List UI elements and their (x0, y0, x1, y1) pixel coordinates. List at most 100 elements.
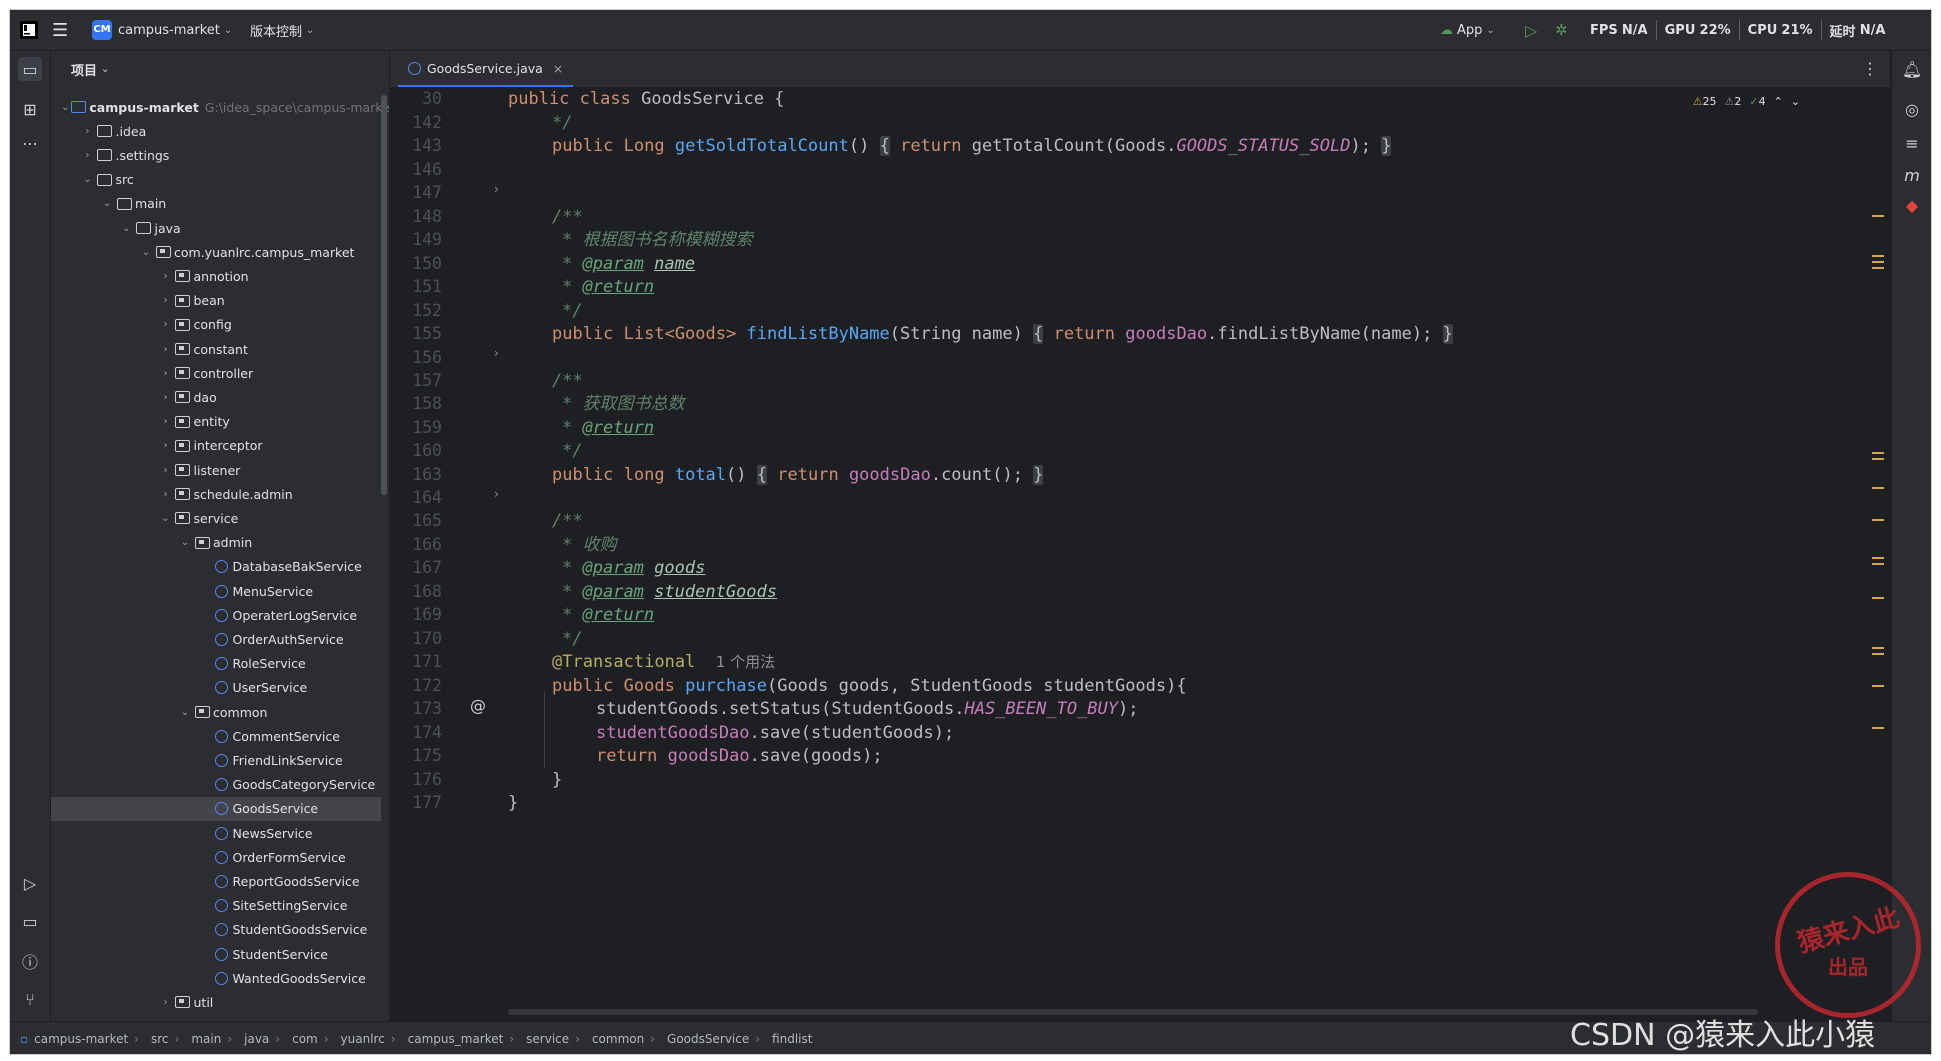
fold-icon[interactable]: › (494, 346, 499, 360)
warning-marker[interactable] (1872, 519, 1884, 521)
tree-item[interactable]: RoleService (51, 652, 381, 676)
tree-item[interactable]: › interceptor (51, 434, 381, 458)
vcs-menu[interactable]: 版本控制 ⌄ (250, 10, 314, 50)
project-scrollbar[interactable] (381, 95, 387, 495)
problems-icon[interactable]: ⓘ (18, 949, 42, 973)
tree-item[interactable]: › constant (51, 337, 381, 361)
fold-icon[interactable]: › (494, 487, 499, 501)
warning-marker[interactable] (1872, 215, 1884, 217)
breadcrumb-item[interactable]: yuanlrc (341, 1032, 385, 1046)
more-tools-icon[interactable]: ⋯ (18, 131, 42, 155)
chevron-down-icon[interactable]: ⌄ (178, 707, 192, 718)
tree-item[interactable]: GoodsService (51, 796, 381, 821)
chevron-up-icon[interactable]: ⌃ (1774, 95, 1783, 108)
chevron-right-icon[interactable]: › (159, 416, 173, 427)
chevron-down-icon[interactable]: ⌄ (139, 247, 153, 258)
breadcrumb-item[interactable]: com (292, 1032, 318, 1046)
debug-icon[interactable]: ✲ (1555, 10, 1568, 50)
breadcrumb-item[interactable]: common (592, 1032, 644, 1046)
warning-marker[interactable] (1872, 255, 1884, 257)
chevron-down-icon[interactable]: ⌄ (100, 198, 114, 209)
chevron-down-icon[interactable]: ⌄ (61, 102, 69, 113)
warning-marker[interactable] (1872, 458, 1884, 460)
warning-marker[interactable] (1872, 685, 1884, 687)
database-icon[interactable]: ≡ (1900, 131, 1924, 155)
warning-marker[interactable] (1872, 557, 1884, 559)
warning-marker[interactable] (1872, 653, 1884, 655)
project-folder-icon[interactable]: ▭ (18, 57, 42, 81)
chevron-right-icon[interactable]: › (159, 465, 173, 476)
run-config-selector[interactable]: ☁ App ⌄ (1440, 10, 1495, 50)
warning-marker[interactable] (1872, 487, 1884, 489)
chevron-right-icon[interactable]: › (159, 295, 173, 306)
tree-item[interactable]: OrderAuthService (51, 627, 381, 651)
chevron-down-icon[interactable]: ⌄ (120, 223, 134, 234)
chevron-right-icon[interactable]: › (159, 344, 173, 355)
tree-item[interactable]: ⌄ src (51, 168, 381, 192)
project-panel-header[interactable]: 项目 ⌄ (71, 51, 109, 87)
breadcrumb-item[interactable]: service (526, 1032, 569, 1046)
plugin-icon[interactable]: ◆ (1900, 193, 1924, 217)
tree-item[interactable]: › .settings (51, 143, 381, 167)
git-icon[interactable]: ⑂ (18, 987, 42, 1011)
maven-icon[interactable]: m (1900, 163, 1924, 187)
breadcrumb-item[interactable]: campus_market (408, 1032, 504, 1046)
tree-item[interactable]: NewsService (51, 821, 381, 845)
tree-item[interactable]: OperaterLogService (51, 603, 381, 627)
project-switcher[interactable]: CM campus-market ⌄ (92, 10, 232, 50)
tree-item[interactable]: ReportGoodsService (51, 869, 381, 893)
code-view[interactable]: public class GoodsService { */ public Lo… (508, 87, 1768, 1021)
chevron-down-icon[interactable]: ⌄ (178, 537, 192, 548)
warning-marker[interactable] (1872, 563, 1884, 565)
spring-bean-icon[interactable]: @ (470, 696, 486, 715)
tree-item[interactable]: › util (51, 990, 381, 1014)
structure-icon[interactable]: ⊞ (18, 97, 42, 121)
tree-item[interactable]: › schedule.admin (51, 482, 381, 506)
tree-item[interactable]: ⌄ campus-market G:\idea_space\campus-marke… (51, 95, 395, 119)
tree-item[interactable]: SiteSettingService (51, 894, 381, 918)
usages-hint[interactable]: 1 个用法 (716, 653, 775, 671)
chevron-right-icon[interactable]: › (81, 150, 95, 161)
tree-item[interactable]: WantedGoodsService (51, 966, 381, 990)
tree-item[interactable]: › controller (51, 361, 381, 385)
breadcrumb-item[interactable]: src (151, 1032, 169, 1046)
notifications-icon[interactable]: 🔔︎ (1900, 57, 1924, 81)
tree-item[interactable]: › annotion (51, 264, 381, 288)
tree-item[interactable]: MenuService (51, 579, 381, 603)
tree-item[interactable]: CommentService (51, 724, 381, 748)
warning-marker[interactable] (1872, 727, 1884, 729)
tree-item[interactable]: OrderFormService (51, 845, 381, 869)
fold-icon[interactable]: › (494, 182, 499, 196)
main-menu-icon[interactable]: ☰ (52, 10, 68, 50)
chevron-right-icon[interactable]: › (159, 489, 173, 500)
tree-item[interactable]: StudentService (51, 942, 381, 966)
tree-item[interactable]: StudentGoodsService (51, 918, 381, 942)
chevron-right-icon[interactable]: › (81, 126, 95, 137)
warning-marker[interactable] (1872, 261, 1884, 263)
chevron-down-icon[interactable]: ⌄ (81, 174, 95, 185)
services-icon[interactable]: ▷ (18, 871, 42, 895)
tree-item[interactable]: › listener (51, 458, 381, 482)
tree-item[interactable]: ⌄ main (51, 192, 381, 216)
more-options-icon[interactable]: ⋮ (1862, 59, 1878, 78)
warning-marker[interactable] (1872, 597, 1884, 599)
chevron-right-icon[interactable]: › (159, 271, 173, 282)
tree-item[interactable]: DatabaseBakService (51, 555, 381, 579)
chevron-right-icon[interactable]: › (159, 997, 173, 1008)
tree-item[interactable]: › dao (51, 385, 381, 409)
breadcrumb-item[interactable]: GoodsService (667, 1032, 749, 1046)
chevron-down-icon[interactable]: ⌄ (1791, 95, 1800, 108)
close-icon[interactable]: × (553, 61, 563, 76)
warning-marker[interactable] (1872, 267, 1884, 269)
breadcrumb-item[interactable]: java (244, 1032, 269, 1046)
chevron-right-icon[interactable]: › (159, 392, 173, 403)
breadcrumb-item[interactable]: findlist (772, 1032, 812, 1046)
ide-logo[interactable] (20, 10, 38, 50)
warning-marker[interactable] (1872, 647, 1884, 649)
run-icon[interactable]: ▷ (1525, 10, 1537, 50)
ai-assistant-icon[interactable]: ◎ (1900, 97, 1924, 121)
breadcrumb-item[interactable]: main (191, 1032, 221, 1046)
tab-goodsservice[interactable]: GoodsService.java × (398, 51, 574, 87)
tree-item[interactable]: ⌄ common (51, 700, 381, 724)
chevron-right-icon[interactable]: › (159, 368, 173, 379)
